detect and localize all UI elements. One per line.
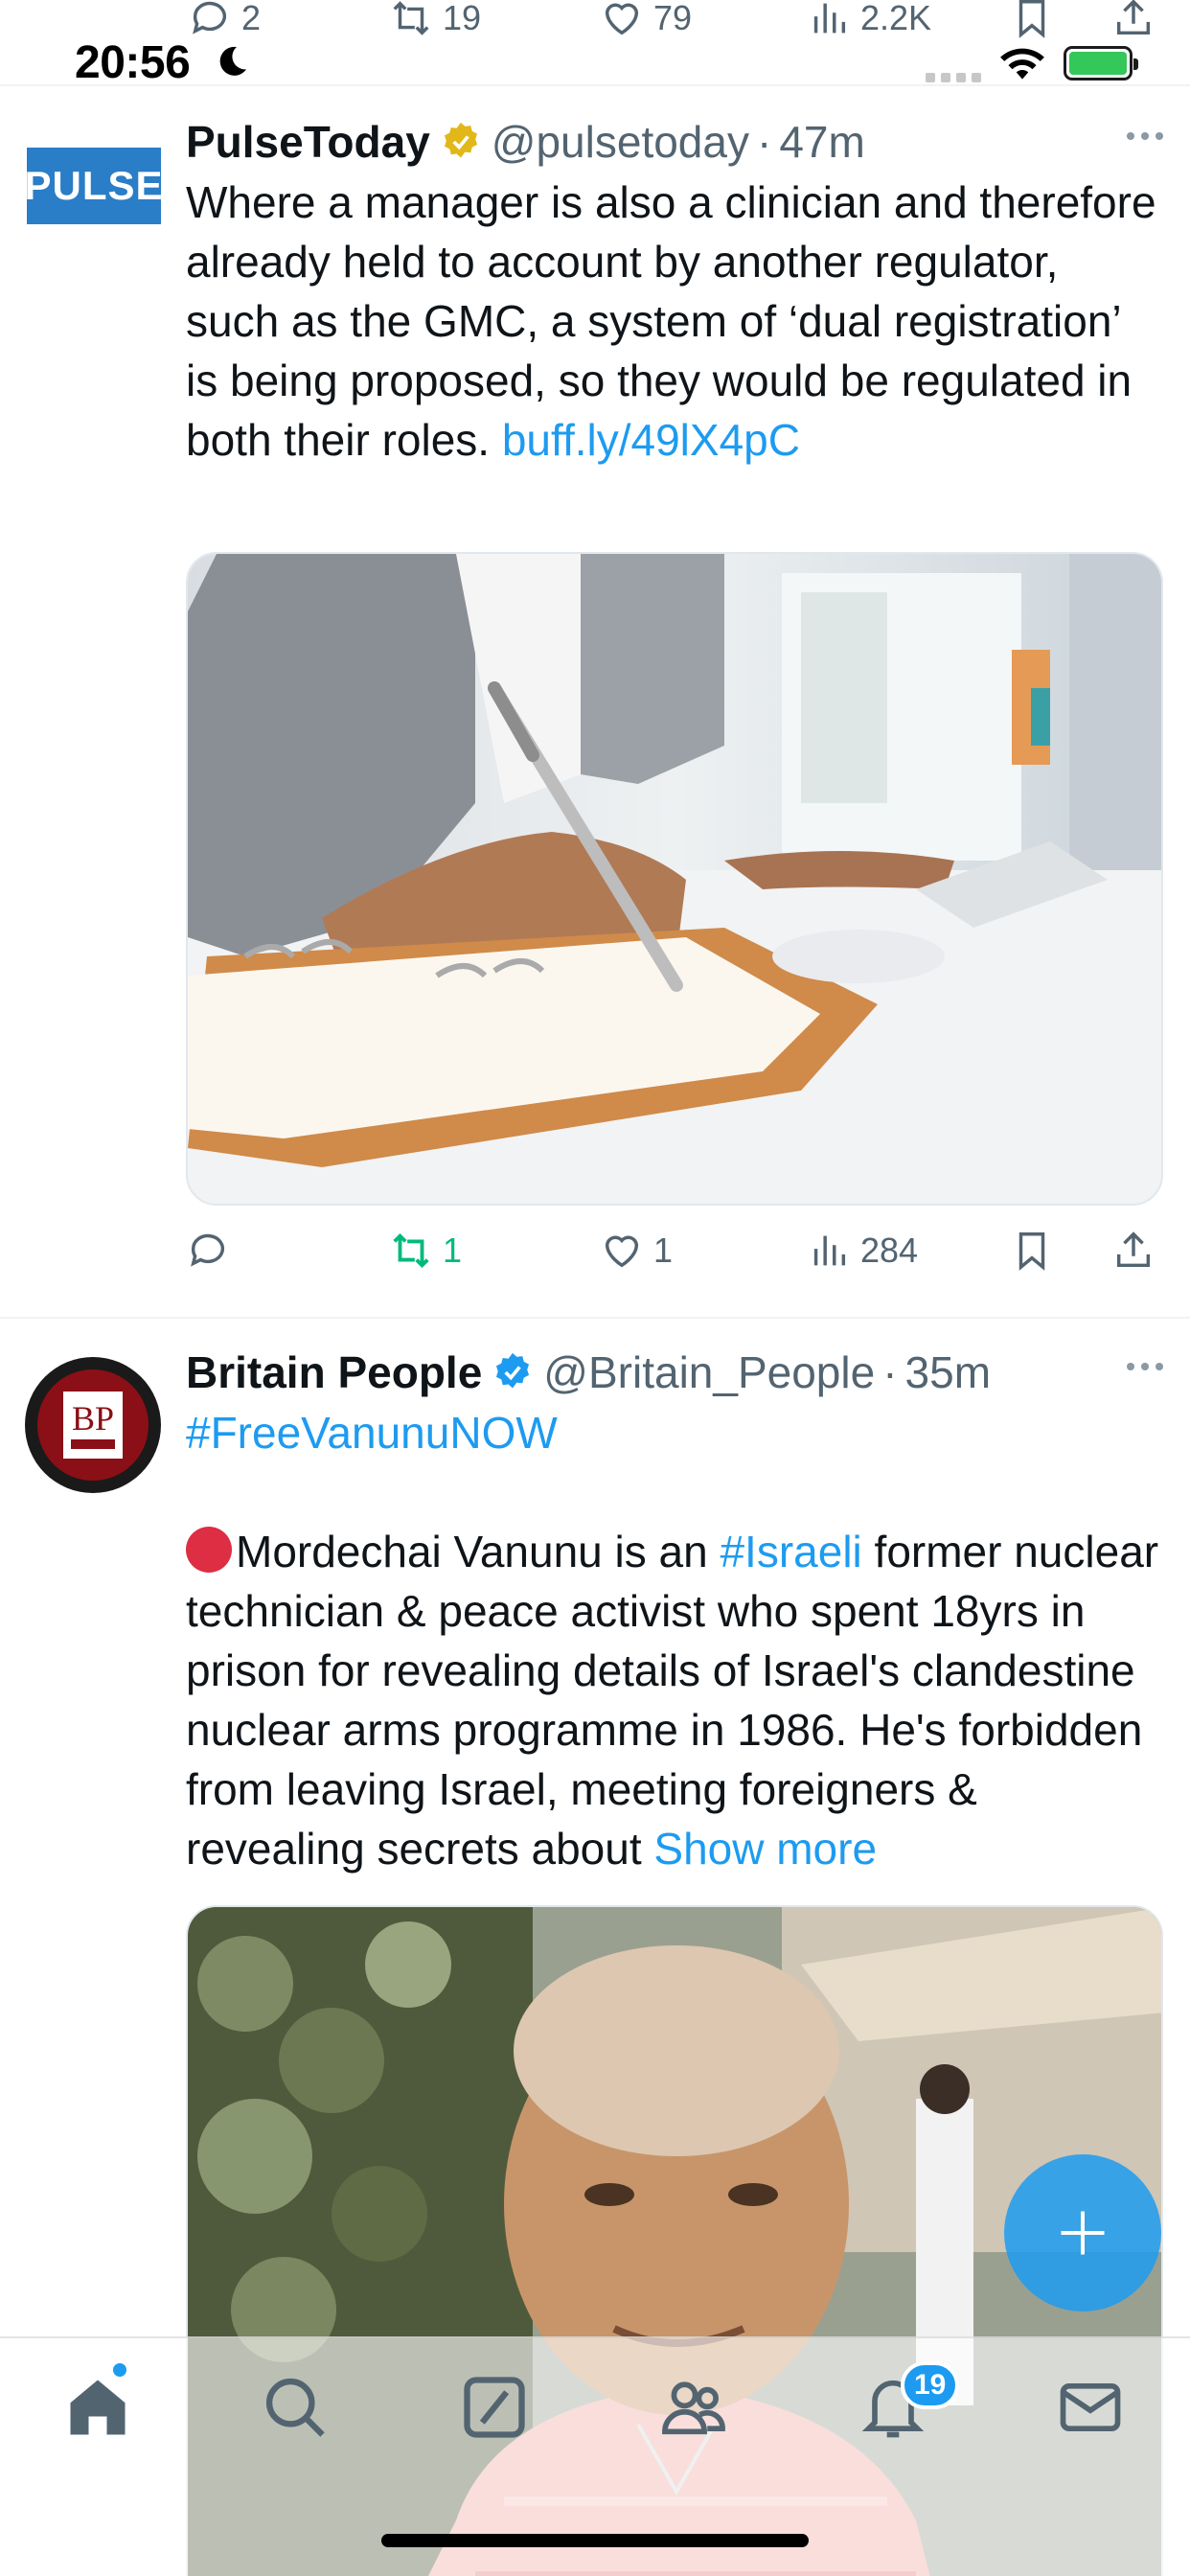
like-count: 79 — [653, 0, 693, 37]
tab-home[interactable] — [61, 2371, 134, 2444]
views-count: 284 — [860, 1230, 919, 1270]
tweet-pulsetoday[interactable]: PULSE PulseToday @pulsetoday · 47m Where… — [0, 105, 1190, 1322]
hashtag-freevanununow[interactable]: #FreeVanunuNOW — [186, 1403, 1163, 1462]
reply-icon — [191, 1233, 225, 1267]
like-icon — [605, 3, 639, 35]
tweet-content: PulseToday @pulsetoday · 47m Where a man… — [186, 111, 1163, 470]
tab-messages[interactable] — [1054, 2371, 1127, 2444]
share-icon — [1116, 0, 1151, 35]
author-handle[interactable]: @pulsetoday — [492, 116, 749, 168]
grok-icon — [464, 2377, 525, 2438]
focus-moon-icon — [219, 46, 246, 76]
notifications-badge: 19 — [901, 2361, 960, 2409]
tweet-actions: 1 1 284 — [186, 1229, 1163, 1286]
red-circle-icon — [186, 1527, 232, 1573]
mail-icon — [1060, 2382, 1121, 2432]
reply-count: 2 — [241, 0, 262, 37]
blue-verified-badge-icon — [496, 1352, 530, 1389]
tab-communities[interactable] — [657, 2371, 730, 2444]
gold-verified-badge-icon — [444, 122, 477, 158]
repost-button[interactable]: 1 — [389, 1229, 462, 1273]
author-name[interactable]: PulseToday — [186, 116, 430, 168]
tweet-text: #FreeVanunuNOW Mordechai Vanunu is an #I… — [186, 1403, 1163, 1878]
office-writing-photo — [188, 554, 1161, 1204]
like-button[interactable]: 79 — [600, 0, 692, 40]
tab-grok[interactable] — [458, 2371, 531, 2444]
tweet-header: Britain People @Britain_People · 35m — [186, 1342, 1163, 1403]
plus-icon — [1061, 2211, 1105, 2255]
wifi-icon — [1000, 48, 1044, 80]
share-icon — [1116, 1231, 1151, 1268]
avatar-logo-text: PULSE — [27, 163, 161, 208]
bookmark-icon — [1018, 1232, 1045, 1271]
dot-separator: · — [882, 1347, 898, 1397]
tweet-divider — [0, 1317, 1190, 1319]
repost-count: 19 — [443, 0, 482, 37]
views-icon — [813, 3, 846, 34]
tweet-header: PulseToday @pulsetoday · 47m — [186, 111, 1163, 172]
signal-icon — [926, 73, 981, 82]
dot-separator: · — [756, 117, 772, 167]
views-button[interactable]: 2.2K — [807, 0, 931, 40]
views-button[interactable]: 284 — [807, 1229, 918, 1273]
avatar-ring: BP — [37, 1369, 149, 1481]
bookmark-icon — [1018, 0, 1045, 38]
avatar[interactable]: BP — [25, 1357, 161, 1493]
reply-button[interactable] — [186, 1229, 240, 1273]
author-handle[interactable]: @Britain_People — [543, 1346, 875, 1398]
divider — [0, 84, 1190, 86]
status-indicators — [926, 44, 1138, 82]
tweet-content: Britain People @Britain_People · 35m #Fr… — [186, 1342, 1163, 1878]
more-options-icon[interactable] — [1127, 1363, 1163, 1370]
hashtag-israeli[interactable]: #Israeli — [720, 1527, 861, 1576]
like-icon — [605, 1235, 639, 1268]
tweet-link[interactable]: buff.ly/​49lX4pC — [502, 415, 800, 465]
like-button[interactable]: 1 — [600, 1229, 673, 1273]
compose-button[interactable] — [1004, 2154, 1161, 2312]
avatar[interactable]: PULSE — [27, 148, 161, 224]
show-more-link[interactable]: Show more — [653, 1824, 877, 1874]
home-indicator[interactable] — [381, 2534, 809, 2547]
repost-icon — [393, 1, 429, 35]
tweet-image[interactable] — [186, 552, 1163, 1206]
home-icon — [70, 2380, 126, 2435]
tweet-text: Where a manager is also a clinician and … — [186, 172, 1163, 470]
views-count: 2.2K — [860, 0, 932, 37]
like-count: 1 — [653, 1230, 674, 1270]
reply-button[interactable]: 2 — [188, 0, 261, 40]
status-time: 20:56 — [75, 37, 191, 88]
repost-icon — [393, 1232, 429, 1269]
share-button[interactable] — [1111, 1229, 1156, 1273]
communities-icon — [662, 2381, 725, 2435]
tweet-timestamp[interactable]: 35m — [905, 1346, 991, 1398]
repost-count: 1 — [443, 1230, 463, 1270]
tweet-text-part-2: former nuclear technician & peace activi… — [186, 1527, 1159, 1874]
author-name[interactable]: Britain People — [186, 1346, 482, 1398]
share-button[interactable] — [1111, 0, 1156, 40]
bookmark-button[interactable] — [1010, 0, 1054, 40]
views-icon — [813, 1235, 846, 1266]
battery-icon — [1064, 46, 1138, 80]
more-options-icon[interactable] — [1127, 132, 1163, 140]
avatar-logo: BP — [63, 1392, 123, 1459]
bookmark-button[interactable] — [1010, 1229, 1054, 1273]
search-icon — [265, 2378, 325, 2437]
tweet-text-part-1: Mordechai Vanunu is an — [236, 1527, 721, 1576]
repost-button[interactable]: 19 — [389, 0, 481, 40]
tab-search[interactable] — [259, 2371, 332, 2444]
reply-icon — [193, 1, 227, 34]
home-unread-dot — [113, 2363, 126, 2377]
tweet-timestamp[interactable]: 47m — [779, 116, 864, 168]
avatar-logo-text: BP — [71, 1399, 115, 1438]
